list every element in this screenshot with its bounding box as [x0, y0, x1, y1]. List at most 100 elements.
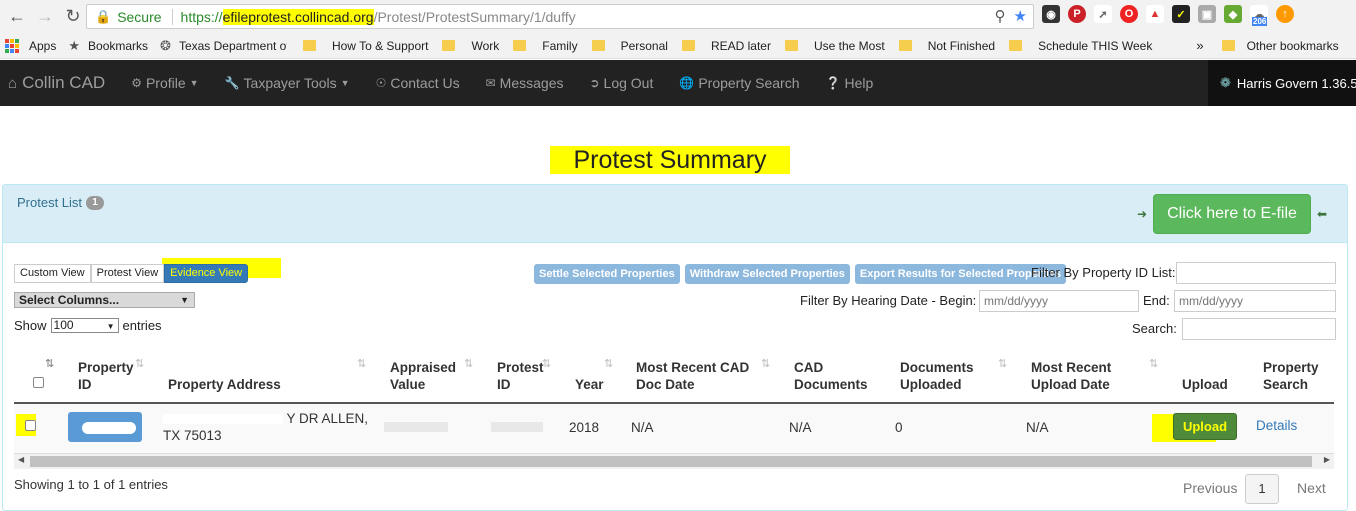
view-toggle-group: Custom View Protest View Evidence View: [14, 264, 249, 283]
col-most-recent-cad-doc-date[interactable]: Most Recent CAD Doc Date: [636, 359, 749, 393]
back-arrow-icon[interactable]: ←: [6, 6, 28, 28]
bookmark-other[interactable]: Other bookmarks: [1221, 39, 1339, 53]
search-label: Search:: [1132, 321, 1177, 336]
col-most-recent-upload-date[interactable]: Most Recent Upload Date: [1031, 359, 1111, 393]
select-columns-dropdown[interactable]: Select Columns... ▼: [14, 292, 195, 308]
checklist-icon[interactable]: ✓: [1172, 5, 1190, 23]
protest-list-title: Protest List 1: [17, 195, 105, 210]
recent-upload-cell: N/A: [1026, 420, 1049, 435]
row-select-checkbox[interactable]: [25, 420, 36, 431]
hearing-end-input[interactable]: [1174, 290, 1336, 312]
address-bar[interactable]: 🔒 Secure https://efileprotest.collincad.…: [86, 4, 1034, 29]
bookmark-work[interactable]: Work: [442, 39, 499, 53]
entries-per-page-select[interactable]: 100 ▼: [50, 318, 119, 333]
protest-count-badge: 1: [86, 195, 105, 210]
nav-profile[interactable]: ⚙ Profile ▼: [131, 75, 198, 91]
sort-icon[interactable]: ⇅: [464, 357, 473, 370]
folder-icon: [442, 40, 456, 51]
current-page-button[interactable]: 1: [1245, 474, 1279, 504]
col-upload[interactable]: Upload: [1182, 376, 1228, 393]
sort-icon[interactable]: ⇅: [357, 357, 366, 370]
reload-icon[interactable]: ↻: [62, 6, 84, 28]
upload-button[interactable]: Upload: [1173, 413, 1237, 440]
protest-view-button[interactable]: Protest View: [90, 264, 165, 283]
documents-uploaded-cell: 0: [895, 420, 903, 435]
year-cell: 2018: [569, 420, 600, 435]
redacted-property-id: [82, 422, 136, 434]
col-property-address[interactable]: Property Address: [168, 376, 281, 393]
hearing-begin-input[interactable]: [979, 290, 1139, 312]
previous-page-button[interactable]: Previous: [1183, 480, 1237, 496]
evidence-view-button[interactable]: Evidence View: [164, 264, 249, 283]
next-page-button[interactable]: Next: [1297, 480, 1326, 496]
bookmark-how-to-support[interactable]: How To & Support: [302, 39, 428, 53]
scroll-right-icon[interactable]: ▶: [1324, 455, 1330, 464]
update-icon[interactable]: ↑: [1276, 5, 1294, 23]
pinterest-icon[interactable]: P: [1068, 5, 1086, 23]
bookmark-star-icon[interactable]: ★: [1014, 7, 1027, 25]
settle-selected-button[interactable]: Settle Selected Properties: [534, 264, 680, 284]
sort-icon[interactable]: ⇅: [1149, 357, 1158, 370]
horizontal-scrollbar[interactable]: ◀ ▶: [14, 454, 1334, 469]
star-icon: ★: [68, 37, 81, 53]
zoom-icon[interactable]: ⚲: [995, 7, 1006, 25]
efile-button[interactable]: Click here to E-file: [1153, 194, 1311, 234]
col-protest-id[interactable]: Protest ID: [497, 359, 544, 393]
nav-taxpayer-tools[interactable]: 🔧 Taxpayer Tools ▼: [225, 75, 350, 91]
scroll-left-icon[interactable]: ◀: [18, 455, 24, 464]
col-year[interactable]: Year: [575, 376, 604, 393]
details-link[interactable]: Details: [1256, 418, 1297, 433]
property-id-filter-input[interactable]: [1176, 262, 1336, 284]
bookmark-schedule-this-week[interactable]: Schedule THIS Week: [1009, 39, 1152, 53]
scrollbar-thumb[interactable]: [30, 456, 1312, 467]
cast-extension-icon[interactable]: ➚: [1094, 5, 1112, 23]
opera-icon[interactable]: O: [1120, 5, 1138, 23]
bookmark-read-later[interactable]: READ later: [681, 39, 771, 53]
pdf-icon[interactable]: ▲: [1146, 5, 1164, 23]
col-property-id[interactable]: Property ID: [78, 359, 134, 393]
bookmark-not-finished[interactable]: Not Finished: [898, 39, 995, 53]
forward-arrow-icon[interactable]: →: [34, 6, 56, 28]
sort-icon[interactable]: ⇅: [761, 357, 770, 370]
col-appraised-value[interactable]: Appraised Value: [390, 359, 456, 393]
owl-extension-icon[interactable]: ◉: [1042, 5, 1060, 23]
search-input[interactable]: [1182, 318, 1336, 340]
col-cad-documents[interactable]: CAD Documents: [794, 359, 868, 393]
url-scheme: https://: [180, 8, 223, 25]
tag-extension-icon[interactable]: ◆: [1224, 5, 1242, 23]
sort-icon[interactable]: ⇅: [604, 357, 613, 370]
custom-view-button[interactable]: Custom View: [14, 264, 91, 283]
bookmark-use-the-most[interactable]: Use the Most: [784, 39, 885, 53]
nav-messages[interactable]: ✉ Messages: [486, 75, 564, 91]
sort-icon[interactable]: ⇅: [135, 357, 144, 370]
lock-icon: 🔒: [95, 8, 112, 24]
bookmark-apps[interactable]: Apps: [5, 38, 56, 53]
sort-icon[interactable]: ⇅: [45, 357, 54, 370]
folder-icon: [1009, 40, 1023, 51]
brand-link[interactable]: ⌂ Collin CAD: [8, 73, 105, 93]
col-documents-uploaded[interactable]: Documents Uploaded: [900, 359, 974, 393]
folder-icon: [1221, 40, 1235, 51]
sort-icon[interactable]: ⇅: [998, 357, 1007, 370]
arrow-left-icon: ⬅: [1316, 207, 1327, 221]
nav-contact-us[interactable]: ☉ Contact Us: [376, 75, 460, 91]
bookmark-family[interactable]: Family: [513, 39, 578, 53]
extension-icons: ◉ P ➚ O ▲ ✓ ▣ ◆ ☁ 206 ↑: [1042, 5, 1294, 26]
bookmark-bookmarks[interactable]: ★ Bookmarks: [68, 38, 148, 54]
nav-property-search[interactable]: 🌐 Property Search: [679, 75, 799, 91]
weather-icon[interactable]: ☁ 206: [1250, 5, 1268, 26]
withdraw-selected-button[interactable]: Withdraw Selected Properties: [684, 264, 850, 284]
select-all-checkbox[interactable]: [33, 377, 44, 388]
nav-help[interactable]: ❔ Help: [826, 75, 874, 91]
folder-icon: [898, 40, 912, 51]
shield-extension-icon[interactable]: ▣: [1198, 5, 1216, 23]
bookmark-texas-department[interactable]: ❂ Texas Department of: [160, 38, 287, 54]
sort-icon[interactable]: ⇅: [542, 357, 551, 370]
url-host: efileprotest.collincad.org: [222, 8, 374, 25]
folder-icon: [681, 40, 695, 51]
nav-log-out[interactable]: ➲ Log Out: [589, 75, 653, 91]
bookmark-personal[interactable]: Personal: [591, 39, 668, 53]
property-id-button[interactable]: [68, 412, 142, 442]
bookmarks-overflow[interactable]: »: [1196, 38, 1203, 53]
col-property-search[interactable]: Property Search: [1263, 359, 1319, 393]
